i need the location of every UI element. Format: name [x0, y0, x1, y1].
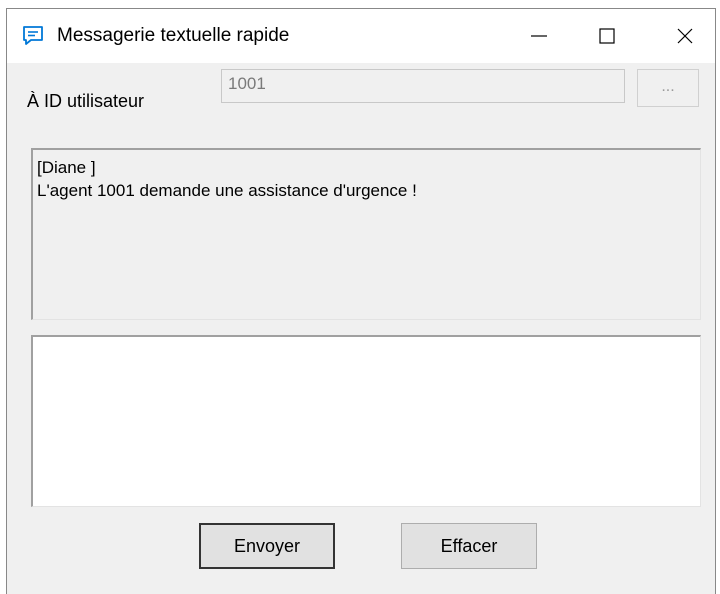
window-title: Messagerie textuelle rapide — [57, 25, 290, 46]
message-window: Messagerie textuelle rapide À ID utilisa… — [6, 8, 716, 594]
browse-users-button[interactable]: ... — [637, 69, 699, 107]
maximize-button[interactable] — [579, 9, 635, 63]
compose-message-input[interactable] — [31, 335, 701, 507]
message-text: L'agent 1001 demande une assistance d'ur… — [37, 181, 417, 200]
clear-button[interactable]: Effacer — [401, 523, 537, 569]
maximize-icon — [599, 28, 615, 44]
message-sender: [Diane ] — [37, 158, 96, 177]
message-history[interactable]: [Diane ] L'agent 1001 demande une assist… — [31, 148, 701, 320]
close-icon — [677, 28, 693, 44]
to-user-id-label: À ID utilisateur — [27, 91, 145, 111]
chat-bubble-icon — [21, 24, 45, 48]
title-bar: Messagerie textuelle rapide — [7, 9, 715, 63]
send-button[interactable]: Envoyer — [199, 523, 335, 569]
minimize-icon — [531, 35, 547, 37]
user-id-field[interactable]: 1001 — [221, 69, 625, 103]
minimize-button[interactable] — [511, 9, 567, 63]
close-button[interactable] — [657, 9, 713, 63]
